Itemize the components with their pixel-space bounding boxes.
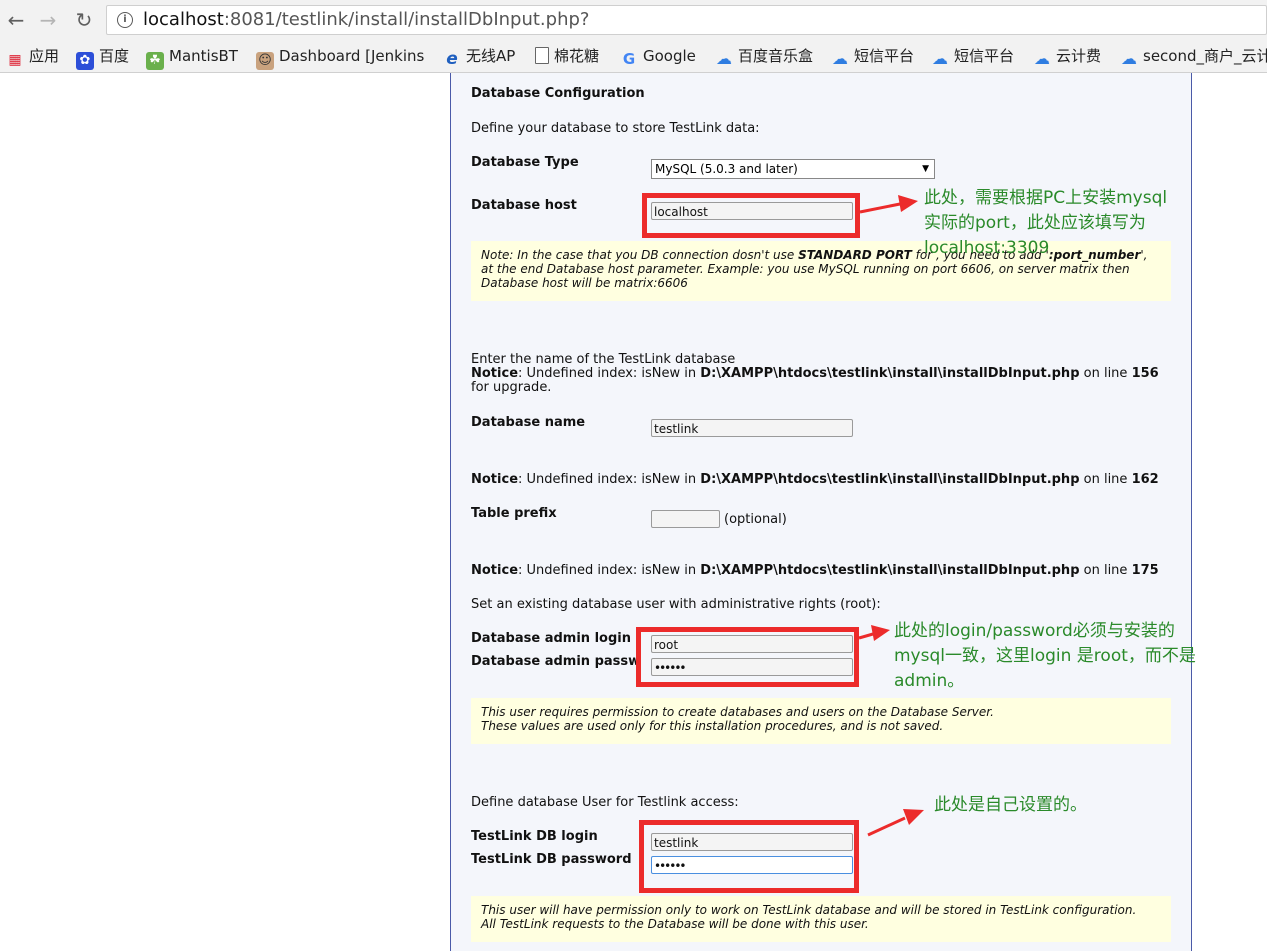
admin-note: This user requires permission to create … <box>471 698 1171 744</box>
bookmark-cloud-billing[interactable]: ☁ 云计费 <box>1033 46 1101 68</box>
section-title: Database Configuration <box>471 86 645 101</box>
baidu-paw-icon: ✿ <box>76 52 94 70</box>
address-bar[interactable]: i localhost:8081/testlink/install/instal… <box>106 5 1267 35</box>
db-type-select[interactable]: MySQL (5.0.3 and later) ▼ <box>651 159 935 179</box>
cloud-icon: ☁ <box>716 49 732 68</box>
reload-icon[interactable]: ↻ <box>72 8 96 32</box>
optional-hint: (optional) <box>724 512 787 527</box>
browser-toolbar: ← → ↻ i localhost:8081/testlink/install/… <box>0 0 1267 40</box>
ie-icon: e <box>446 49 458 69</box>
bookmark-sms-1[interactable]: ☁ 短信平台 <box>831 46 914 68</box>
db-name-label: Database name <box>471 415 586 430</box>
admin-password-label: Database admin passwor <box>471 654 639 669</box>
annotation-box-host <box>642 193 860 238</box>
bookmark-apps[interactable]: ▦ 应用 <box>6 46 59 68</box>
bookmark-jenkins[interactable]: ☺ Dashboard [Jenkins <box>256 46 424 70</box>
db-type-label: Database Type <box>471 155 579 170</box>
tl-user-intro: Define database User for Testlink access… <box>471 795 739 810</box>
cloud-icon: ☁ <box>832 49 848 68</box>
db-host-label: Database host <box>471 198 577 213</box>
admin-login-label: Database admin login <box>471 631 631 646</box>
bookmark-sms-2[interactable]: ☁ 短信平台 <box>931 46 1014 68</box>
notice-line-175: Notice: Undefined index: isNew in D:\XAM… <box>471 563 1159 578</box>
intro-text: Define your database to store TestLink d… <box>471 121 760 136</box>
tl-note: This user will have permission only to w… <box>471 896 1171 942</box>
forward-arrow-icon[interactable]: → <box>36 8 60 32</box>
bookmark-second-merchant[interactable]: ☁ second_商户_云计 <box>1120 46 1267 68</box>
admin-intro: Set an existing database user with admin… <box>471 597 881 612</box>
bookmarks-bar: ▦ 应用 ✿ 百度 ☘ MantisBT ☺ Dashboard [Jenkins e无… <box>0 40 1267 73</box>
tl-login-label: TestLink DB login <box>471 829 598 844</box>
bookmark-wireless-ap[interactable]: e 无线AP <box>443 46 515 69</box>
bookmark-mianhuatang[interactable]: 棉花糖 <box>535 46 599 66</box>
bookmark-baidu-music[interactable]: ☁ 百度音乐盒 <box>715 46 813 68</box>
annotation-box-admin <box>636 627 859 687</box>
annotation-testlink: 此处是自己设置的。 <box>934 795 1087 815</box>
annotation-admin: 此处的login/password必须与安装的 mysql一致，这里login … <box>894 621 1196 691</box>
notice-line-162: Notice: Undefined index: isNew in D:\XAM… <box>471 472 1159 487</box>
annotation-host: 此处，需要根据PC上安装mysql 实际的port，此处应该填写为 localh… <box>924 188 1168 258</box>
bookmark-mantisbt[interactable]: ☘ MantisBT <box>146 46 238 70</box>
jenkins-icon: ☺ <box>256 52 274 70</box>
cloud-icon: ☁ <box>1121 49 1137 68</box>
db-name-intro: Enter the name of the TestLink database … <box>471 352 1159 395</box>
table-prefix-input[interactable] <box>651 510 720 528</box>
apps-grid-icon: ▦ <box>8 52 22 68</box>
annotation-box-testlink <box>639 820 859 893</box>
cloud-icon: ☁ <box>932 49 948 68</box>
table-prefix-label: Table prefix <box>471 506 557 521</box>
page-icon <box>535 47 549 64</box>
back-arrow-icon[interactable]: ← <box>4 8 28 32</box>
dropdown-arrow-icon: ▼ <box>922 164 929 174</box>
bookmark-google[interactable]: G Google <box>620 46 696 68</box>
bookmark-baidu[interactable]: ✿ 百度 <box>76 46 129 70</box>
cloud-icon: ☁ <box>1034 49 1050 68</box>
db-name-input[interactable]: testlink <box>651 419 853 437</box>
google-icon: G <box>622 50 636 68</box>
tl-password-label: TestLink DB password <box>471 852 632 867</box>
info-icon[interactable]: i <box>117 12 133 28</box>
mantis-icon: ☘ <box>146 52 164 70</box>
url-text: localhost:8081/testlink/install/installD… <box>143 9 590 30</box>
